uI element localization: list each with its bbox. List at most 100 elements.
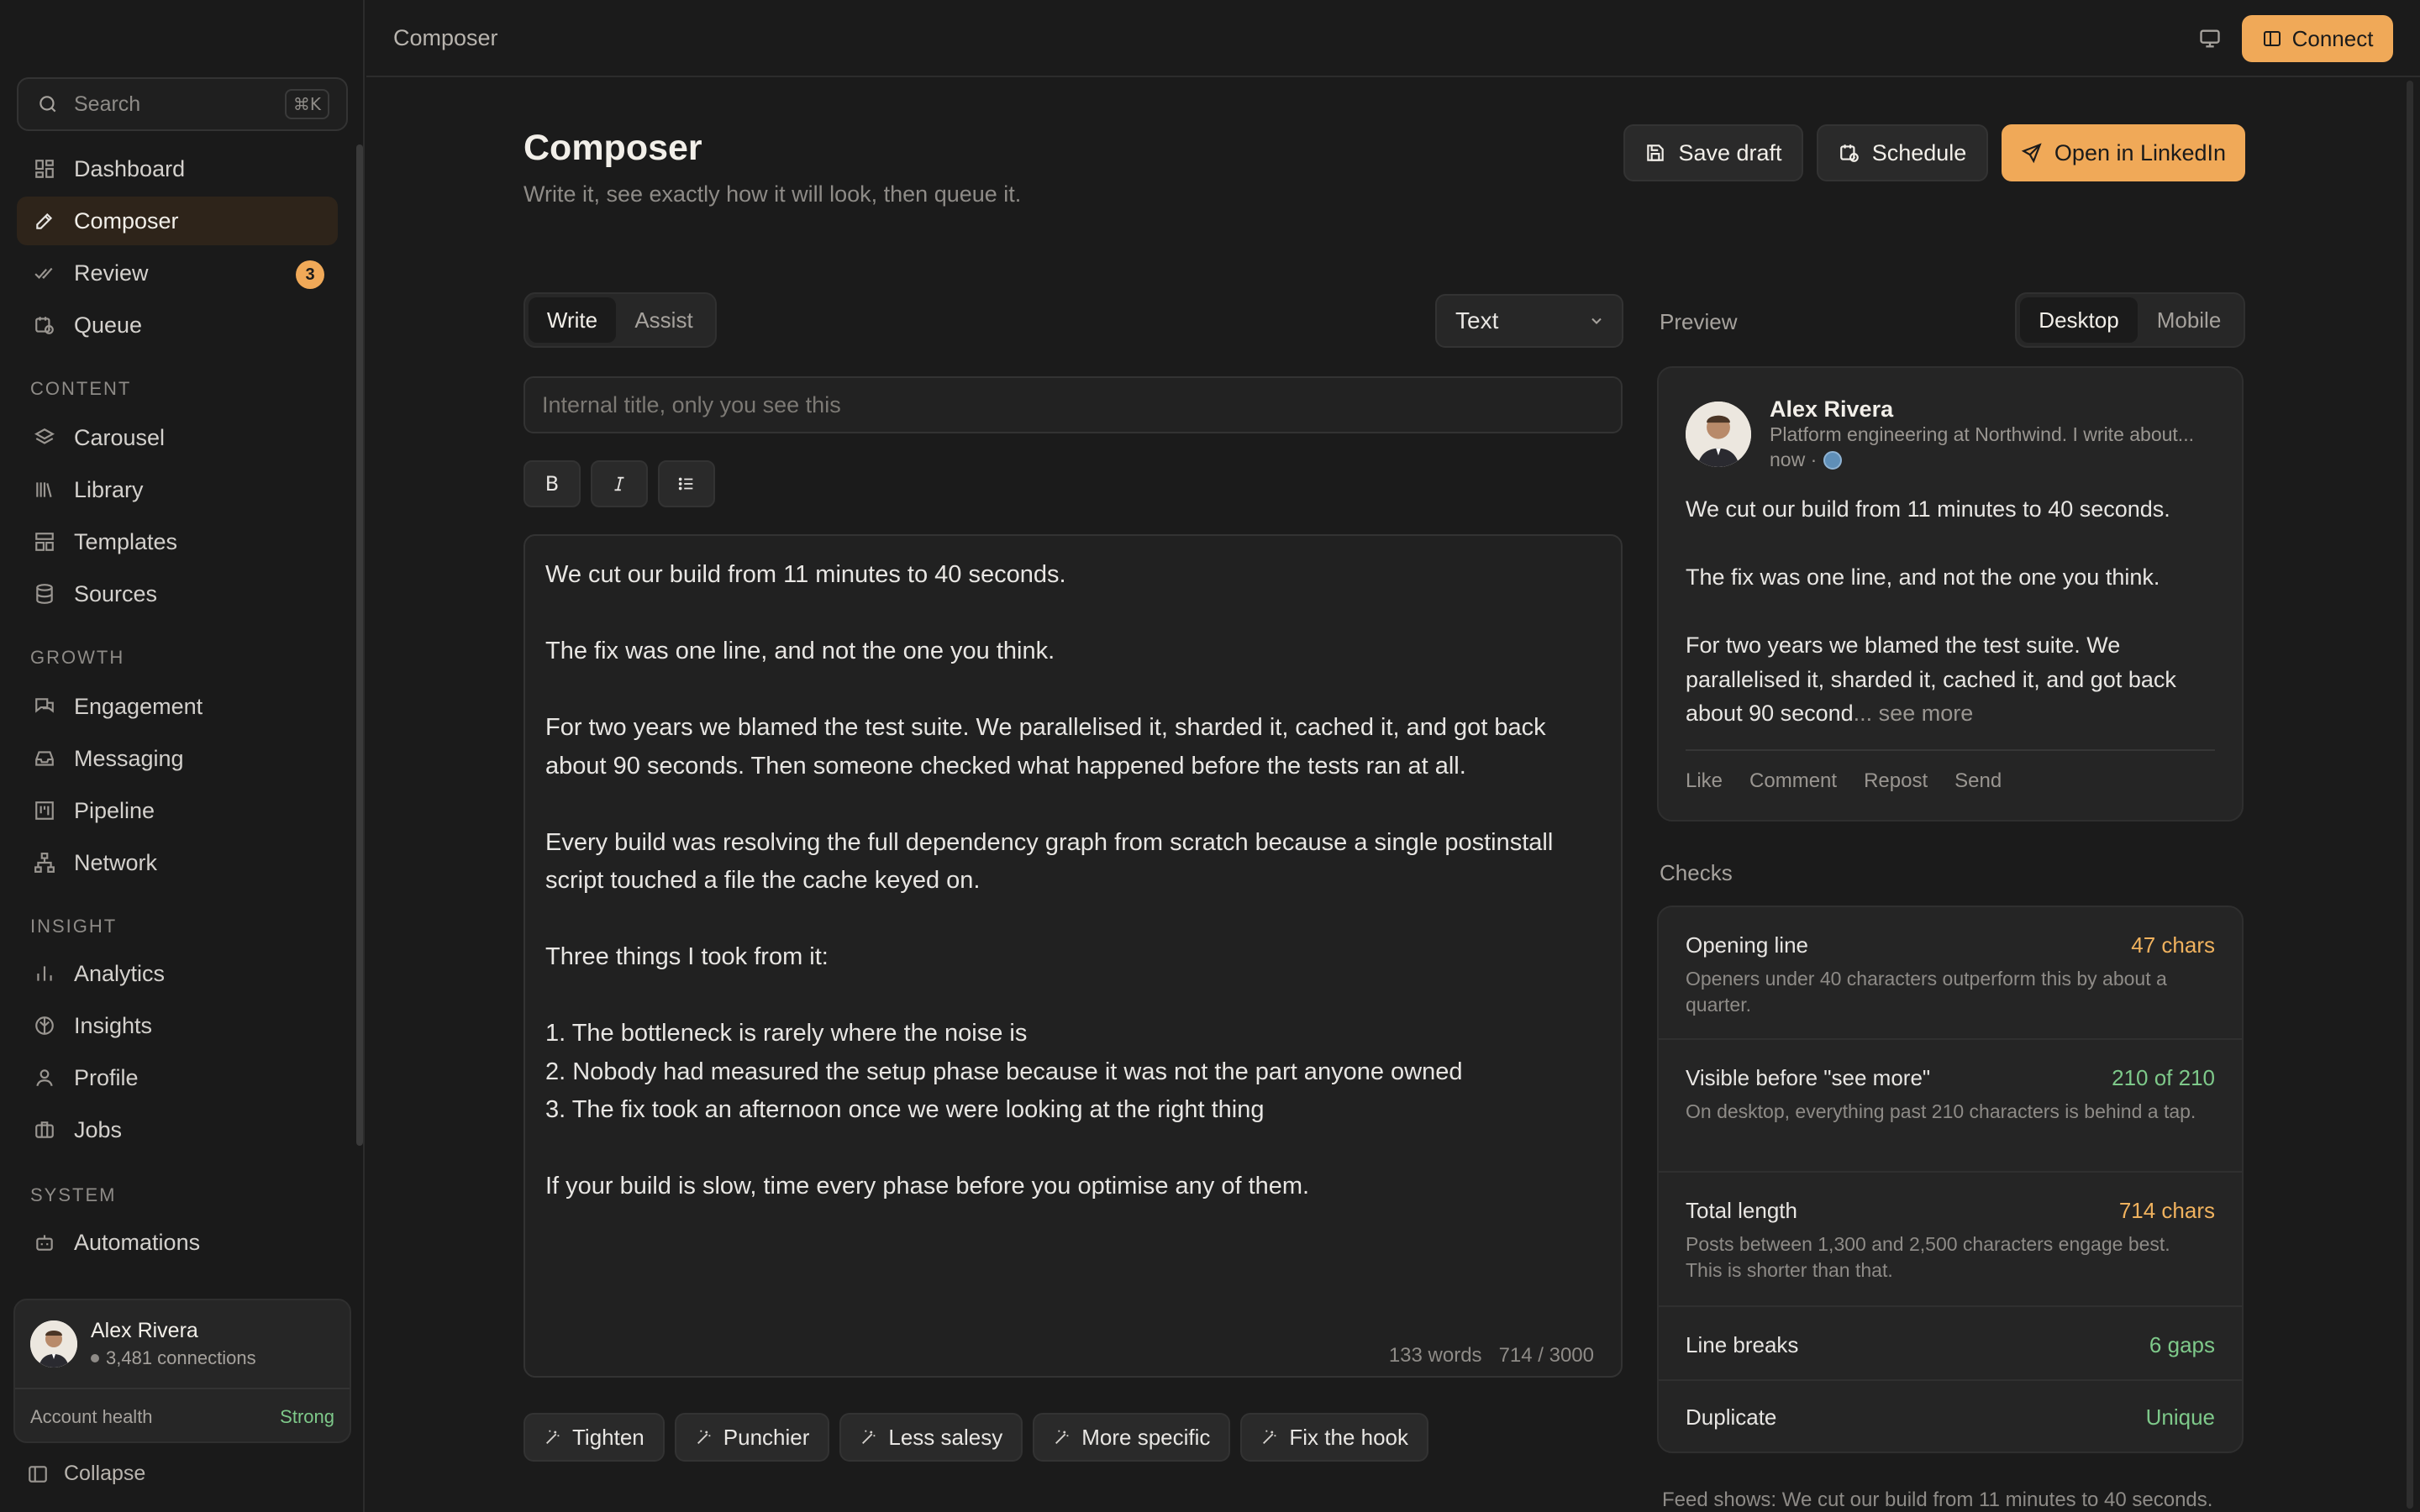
pencil-icon xyxy=(30,207,59,235)
section-content-label: CONTENT xyxy=(30,378,132,399)
tab-write[interactable]: Write xyxy=(529,297,616,343)
chip-label: Less salesy xyxy=(888,1424,1003,1450)
nav-label: Engagement xyxy=(74,693,203,719)
punchier-chip[interactable]: Punchier xyxy=(674,1413,830,1462)
post-editor[interactable]: We cut our build from 11 minutes to 40 s… xyxy=(523,534,1623,1378)
like-action[interactable]: Like xyxy=(1686,769,1723,793)
bold-button[interactable]: B xyxy=(523,460,581,507)
checks-label: Checks xyxy=(1660,860,1733,885)
bold-icon: B xyxy=(544,472,560,496)
comment-action[interactable]: Comment xyxy=(1749,769,1837,793)
collapse-button[interactable]: Collapse xyxy=(27,1462,145,1486)
calendar-clock-icon xyxy=(1839,142,1860,164)
check-duplicate: Duplicate Unique xyxy=(1659,1381,2242,1452)
search-box[interactable]: Search ⌘K xyxy=(17,77,348,131)
divider xyxy=(15,1388,350,1389)
nav-messaging[interactable]: Messaging xyxy=(17,734,338,783)
briefcase-icon xyxy=(30,1116,59,1144)
tab-mobile[interactable]: Mobile xyxy=(2138,297,2240,343)
page-title: Composer xyxy=(523,128,702,168)
monitor-icon[interactable] xyxy=(2193,24,2227,54)
internal-title-input[interactable] xyxy=(523,376,1623,433)
editor-stats: 133 words 714 / 3000 xyxy=(1389,1344,1594,1368)
nav-analytics[interactable]: Analytics xyxy=(17,949,338,998)
nav-templates[interactable]: Templates xyxy=(17,517,338,566)
check-title: Visible before "see more" xyxy=(1686,1065,1931,1090)
check-line-breaks: Line breaks 6 gaps xyxy=(1659,1307,2242,1381)
nav-engagement[interactable]: Engagement xyxy=(17,682,338,731)
connections-label: 3,481 connections xyxy=(106,1347,256,1368)
preview-timestamp: now · xyxy=(1770,449,1818,470)
preview-paragraph-truncated: For two years we blamed the test suite. … xyxy=(1686,628,2223,731)
check-total-length: Total length 714 chars Posts between 1,3… xyxy=(1659,1173,2242,1307)
nav-pipeline[interactable]: Pipeline xyxy=(17,786,338,835)
tighten-chip[interactable]: Tighten xyxy=(523,1413,665,1462)
divider xyxy=(1686,749,2215,751)
nav-label: Profile xyxy=(74,1064,139,1090)
magic-wand-icon xyxy=(695,1428,713,1446)
nav-automations[interactable]: Automations xyxy=(17,1218,338,1267)
repost-action[interactable]: Repost xyxy=(1864,769,1928,793)
check-title: Opening line xyxy=(1686,932,1808,958)
status-dot xyxy=(91,1354,99,1362)
nav-dashboard[interactable]: Dashboard xyxy=(17,144,338,193)
nav-label: Network xyxy=(74,849,158,875)
post-type-value: Text xyxy=(1455,307,1499,333)
account-name: Alex Rivera xyxy=(91,1319,198,1342)
connect-button[interactable]: Connect xyxy=(2242,15,2393,62)
nav-label: Dashboard xyxy=(74,155,186,181)
less-salesy-chip[interactable]: Less salesy xyxy=(839,1413,1023,1462)
nav-sources[interactable]: Sources xyxy=(17,570,338,618)
word-count: 133 words xyxy=(1388,1344,1482,1367)
nav-composer[interactable]: Composer xyxy=(17,197,338,245)
open-in-linkedin-button[interactable]: Open in LinkedIn xyxy=(2002,124,2245,181)
search-icon xyxy=(37,93,59,115)
nav-label: Templates xyxy=(74,528,178,554)
account-card[interactable]: Alex Rivera 3,481 connections Account he… xyxy=(13,1299,351,1443)
italic-button[interactable] xyxy=(591,460,648,507)
check-description: On desktop, everything past 210 characte… xyxy=(1686,1100,2196,1122)
tab-desktop[interactable]: Desktop xyxy=(2020,297,2138,343)
inbox-icon xyxy=(30,744,59,773)
nav-jobs[interactable]: Jobs xyxy=(17,1105,338,1154)
post-type-select[interactable]: Text xyxy=(1435,294,1623,348)
list-button[interactable] xyxy=(658,460,715,507)
chip-label: Fix the hook xyxy=(1289,1424,1409,1450)
assist-chips: Tighten Punchier Less salesy More specif… xyxy=(523,1413,1429,1462)
save-draft-button[interactable]: Save draft xyxy=(1623,124,1803,181)
section-growth-label: GROWTH xyxy=(30,647,125,668)
check-description: Posts between 1,300 and 2,500 characters… xyxy=(1686,1233,2170,1281)
nav-queue[interactable]: Queue xyxy=(17,301,338,349)
sidebar-scrollbar[interactable] xyxy=(356,144,363,1146)
nav-review[interactable]: Review 3 xyxy=(17,249,338,297)
nav-network[interactable]: Network xyxy=(17,838,338,887)
magic-wand-icon xyxy=(1260,1428,1279,1446)
schedule-button[interactable]: Schedule xyxy=(1817,124,1988,181)
brain-icon xyxy=(30,1011,59,1040)
see-more-link[interactable]: ... see more xyxy=(1854,701,1974,726)
nav-insights[interactable]: Insights xyxy=(17,1001,338,1050)
chat-icon xyxy=(30,692,59,721)
nav-label: Insights xyxy=(74,1012,153,1038)
chevron-down-icon xyxy=(1588,312,1605,329)
main-scrollbar[interactable] xyxy=(2407,81,2413,1509)
schedule-label: Schedule xyxy=(1871,139,1967,165)
fix-the-hook-chip[interactable]: Fix the hook xyxy=(1240,1413,1429,1462)
section-insight-label: INSIGHT xyxy=(30,916,118,937)
check-visible-before-see-more: Visible before "see more" 210 of 210 On … xyxy=(1659,1040,2242,1173)
post-body-text[interactable]: We cut our build from 11 minutes to 40 s… xyxy=(545,556,1601,1206)
italic-icon xyxy=(610,475,629,493)
tab-assist[interactable]: Assist xyxy=(616,297,712,343)
more-specific-chip[interactable]: More specific xyxy=(1033,1413,1231,1462)
magic-wand-icon xyxy=(860,1428,878,1446)
chip-label: More specific xyxy=(1081,1424,1211,1450)
nav-carousel[interactable]: Carousel xyxy=(17,413,338,462)
nav-profile[interactable]: Profile xyxy=(17,1053,338,1102)
nav-label: Library xyxy=(74,476,144,502)
preview-mode-tabs: Desktop Mobile xyxy=(2015,292,2245,348)
send-action[interactable]: Send xyxy=(1954,769,2002,793)
nav-label: Carousel xyxy=(74,424,166,450)
nav-library[interactable]: Library xyxy=(17,465,338,514)
check-opening-line: Opening line 47 chars Openers under 40 c… xyxy=(1659,907,2242,1040)
check-value: 714 chars xyxy=(2118,1198,2215,1223)
